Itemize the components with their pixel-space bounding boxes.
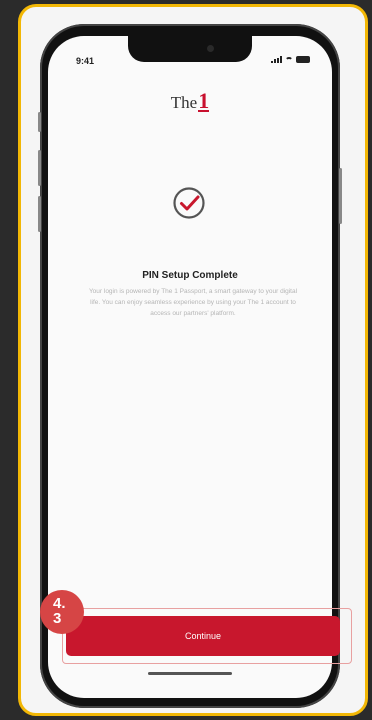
brand-logo-one: 1 [198,88,210,113]
status-time: 9:41 [76,56,95,66]
phone-volume-up [38,150,41,186]
battery-icon [296,56,310,63]
step-badge: 4. 3 [40,590,84,634]
camera-icon [207,45,214,52]
status-icons [271,56,310,63]
continue-button[interactable]: Continue [66,616,340,656]
home-indicator [148,672,232,675]
phone-volume-down [38,196,41,232]
signal-icon [271,56,282,63]
success-description: Your login is powered by The 1 Passport,… [88,288,298,317]
phone-power-button [339,168,342,224]
success-title: PIN Setup Complete [142,270,238,281]
brand-logo-text: The [170,93,198,112]
phone-mute-switch [38,112,41,132]
wifi-icon [285,56,293,63]
check-circle-icon [173,187,205,219]
notch [128,36,252,62]
phone-screen: 9:41 The1 PIN Setup Complete Your login … [48,36,332,698]
brand-logo: The1 [48,88,332,113]
